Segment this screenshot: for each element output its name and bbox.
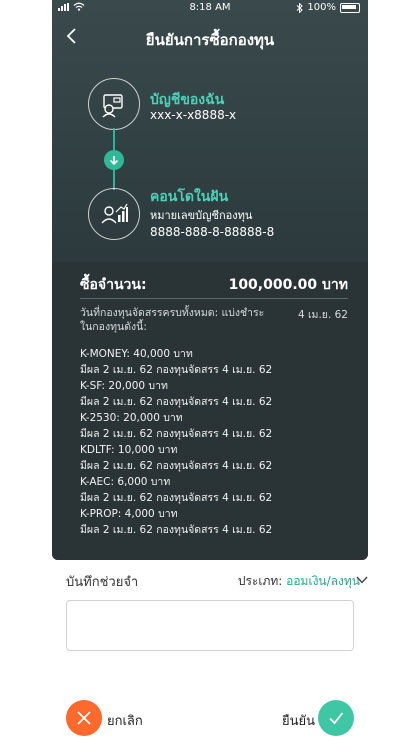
battery-icon <box>340 2 360 13</box>
allocation-note: มีผล 2 เม.ย. 62 กองทุนจัดสรร 4 เม.ย. 62 <box>80 524 273 536</box>
flow-connector-bottom <box>113 170 115 190</box>
confirm-button[interactable] <box>318 700 354 736</box>
memo-input[interactable] <box>66 600 354 651</box>
allocation-note: มีผล 2 เม.ย. 62 กองทุนจัดสรร 4 เม.ย. 62 <box>80 364 273 376</box>
allocation-fund: K-MONEY: 40,000 บาท <box>80 348 193 360</box>
allocation-date: 4 เม.ย. 62 <box>297 309 348 321</box>
summary-divider <box>80 298 348 299</box>
confirm-panel: 8:18 AM 100% ยืนยันการซื้อกองทุน บัญชีขอ… <box>52 0 368 560</box>
purchase-amount-label: ซื้อจำนวน: <box>80 277 147 293</box>
allocation-list: K-MONEY: 40,000 บาท มีผล 2 เม.ย. 62 กองท… <box>80 346 350 538</box>
allocation-note: มีผล 2 เม.ย. 62 กองทุนจัดสรร 4 เม.ย. 62 <box>80 396 273 408</box>
purchase-summary: ซื้อจำนวน: 100,000.00 บาท วันที่กองทุนจั… <box>52 262 368 560</box>
header: ยืนยันการซื้อกองทุน <box>52 20 368 54</box>
target-fund-label: คอนโดในฝัน <box>150 189 229 205</box>
memo-label: บันทึกช่วยจำ <box>66 575 139 590</box>
allocation-fund: K-AEC: 6,000 บาท <box>80 476 171 488</box>
check-icon <box>329 712 344 725</box>
target-fund-sub-label: หมายเลขบัญชีกองทุน <box>150 209 253 222</box>
status-bar: 8:18 AM 100% <box>52 0 368 16</box>
allocation-fund: KDLTF: 10,000 บาท <box>80 444 178 456</box>
allocation-fund: K-SF: 20,000 บาท <box>80 380 168 392</box>
close-icon <box>77 711 91 725</box>
allocation-fund: K-PROP: 4,000 บาท <box>80 508 178 520</box>
chevron-down-icon[interactable] <box>356 575 368 585</box>
allocation-note: มีผล 2 เม.ย. 62 กองทุนจัดสรร 4 เม.ย. 62 <box>80 492 273 504</box>
down-arrow-icon <box>104 150 124 170</box>
memo-type-label: ประเภท: <box>237 574 283 588</box>
allocation-title: วันที่กองทุนจัดสรรครบทั้งหมด: แบ่งชำระใน… <box>80 307 265 333</box>
memo-type-value[interactable]: ออมเงิน/ลงทุน <box>286 574 360 588</box>
allocation-fund: K-2530: 20,000 บาท <box>80 412 183 424</box>
memo-type-selector[interactable]: ประเภท: ออมเงิน/ลงทุน <box>238 572 360 591</box>
allocation-note: มีผล 2 เม.ย. 62 กองทุนจัดสรร 4 เม.ย. 62 <box>80 460 273 472</box>
investor-growth-icon <box>88 188 140 240</box>
confirm-label[interactable]: ยืนยัน <box>282 710 315 731</box>
cancel-label[interactable]: ยกเลิก <box>107 710 143 731</box>
page-title: ยืนยันการซื้อกองทุน <box>145 31 275 49</box>
battery-percent: 100% <box>307 2 336 13</box>
target-fund-number: 8888-888-8-88888-8 <box>150 225 275 239</box>
purchase-amount: 100,000.00 บาท <box>228 277 348 293</box>
cancel-button[interactable] <box>66 700 102 736</box>
flow-connector-top <box>113 128 115 150</box>
bluetooth-icon <box>297 2 304 13</box>
source-account-number: xxx-x-x8888-x <box>150 108 237 122</box>
bank-account-icon <box>88 78 140 130</box>
allocation-note: มีผล 2 เม.ย. 62 กองทุนจัดสรร 4 เม.ย. 62 <box>80 428 273 440</box>
